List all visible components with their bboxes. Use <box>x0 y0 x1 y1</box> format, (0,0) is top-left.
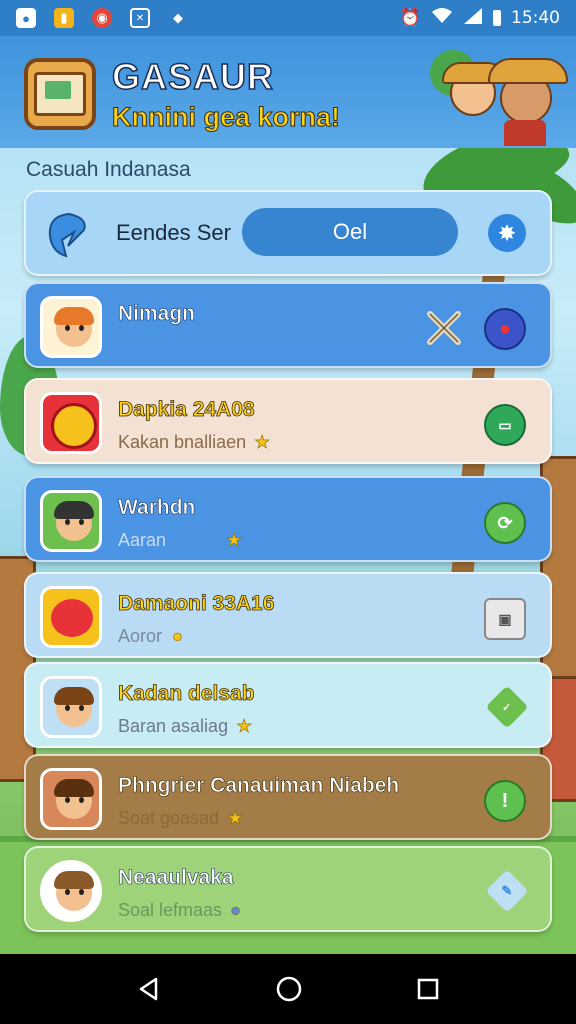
item-title: Dapkia 24A08 <box>118 398 255 422</box>
list-item[interactable]: Neaaulvaka Soal lefmaas ● ✎ <box>24 846 552 932</box>
system-nav-bar <box>0 954 576 1024</box>
status-bar: ● ▮ ◉ ✕ ◆ ⏰ 15:40 <box>0 0 576 36</box>
battery-icon <box>493 10 501 26</box>
item-title: Neaaulvaka <box>118 866 234 890</box>
sparkle-icon: ✸ <box>498 222 516 245</box>
list-item[interactable]: Warhdn Aaran ★ ⟳ <box>24 476 552 562</box>
app-logo <box>24 58 96 130</box>
avatar <box>40 490 102 552</box>
coin-icon: ● <box>172 626 183 647</box>
navigation-icon: ◆ <box>173 10 183 25</box>
notification-icon: ● <box>16 8 36 28</box>
alert-icon[interactable]: ! <box>484 780 526 822</box>
clock-time: 15:40 <box>511 8 560 28</box>
tools-icon[interactable] <box>424 308 464 348</box>
wifi-icon <box>431 7 453 30</box>
item-subtitle: Soal lefmaas ● <box>118 900 241 921</box>
mascot-illustration <box>430 40 570 146</box>
window-icon[interactable]: ▭ <box>484 404 526 446</box>
toggle-switch[interactable]: Oel <box>242 208 458 256</box>
toggle-row[interactable]: Eendes Ser Oel ✸ <box>24 190 552 276</box>
alarm-icon: ⏰ <box>399 8 421 28</box>
item-title: Phngrier Canauiman Niabeh <box>118 774 400 798</box>
toggle-label: Eendes Ser <box>116 220 231 245</box>
layers-icon[interactable]: ✓ <box>485 685 529 729</box>
list-item[interactable]: Kadan delsab Baran asaliag ★ ✓ <box>24 662 552 748</box>
app-subtitle: Knnini gea korna! <box>111 102 341 133</box>
list-item[interactable]: Phngrier Canauiman Niabeh Soat goasad ★ ! <box>24 754 552 840</box>
recents-button[interactable] <box>416 977 440 1001</box>
item-title: Warhdn <box>118 496 196 520</box>
item-subtitle: Kakan bnalliaen ★ <box>118 432 271 453</box>
item-subtitle: Soat goasad ★ <box>118 808 244 829</box>
section-label: Casuah Indanasa <box>26 158 191 181</box>
list-item[interactable]: Damaoni 33A16 Aoror ● ▣ <box>24 572 552 658</box>
avatar <box>40 296 102 358</box>
avatar <box>40 392 102 454</box>
item-subtitle: Aaran ★ <box>118 530 243 551</box>
avatar <box>40 768 102 830</box>
avatar <box>40 676 102 738</box>
avatar <box>40 586 102 648</box>
toggle-value: Oel <box>332 219 368 244</box>
app-notification-icon: ▮ <box>54 8 74 28</box>
chat-icon[interactable]: ● <box>484 308 526 350</box>
photo-icon: ✕ <box>130 8 150 28</box>
bolt-icon <box>44 210 94 260</box>
browser-icon: ◉ <box>92 8 112 28</box>
item-subtitle: Baran asaliag ★ <box>118 716 253 737</box>
home-button[interactable] <box>275 975 303 1003</box>
item-subtitle: Aoror ● <box>118 626 183 647</box>
refresh-icon[interactable]: ⟳ <box>484 502 526 544</box>
star-icon: ★ <box>227 808 244 829</box>
list-item[interactable]: Dapkia 24A08 Kakan bnalliaen ★ ▭ <box>24 378 552 464</box>
settings-action-button[interactable]: ✸ <box>488 214 526 252</box>
back-button[interactable] <box>136 976 162 1002</box>
avatar <box>40 860 102 922</box>
pencil-icon[interactable]: ✎ <box>485 869 529 913</box>
app-title: GASAUR <box>111 55 275 98</box>
star-icon: ★ <box>254 432 271 453</box>
list-item[interactable]: Nimagn ● <box>24 282 552 368</box>
item-title: Kadan delsab <box>118 682 255 706</box>
screen-icon[interactable]: ▣ <box>484 598 526 640</box>
signal-icon <box>463 7 483 30</box>
star-icon: ★ <box>226 530 243 551</box>
item-title: Nimagn <box>118 302 196 326</box>
badge-icon: ● <box>230 900 241 921</box>
star-icon: ★ <box>236 716 253 737</box>
item-title: Damaoni 33A16 <box>118 592 275 616</box>
